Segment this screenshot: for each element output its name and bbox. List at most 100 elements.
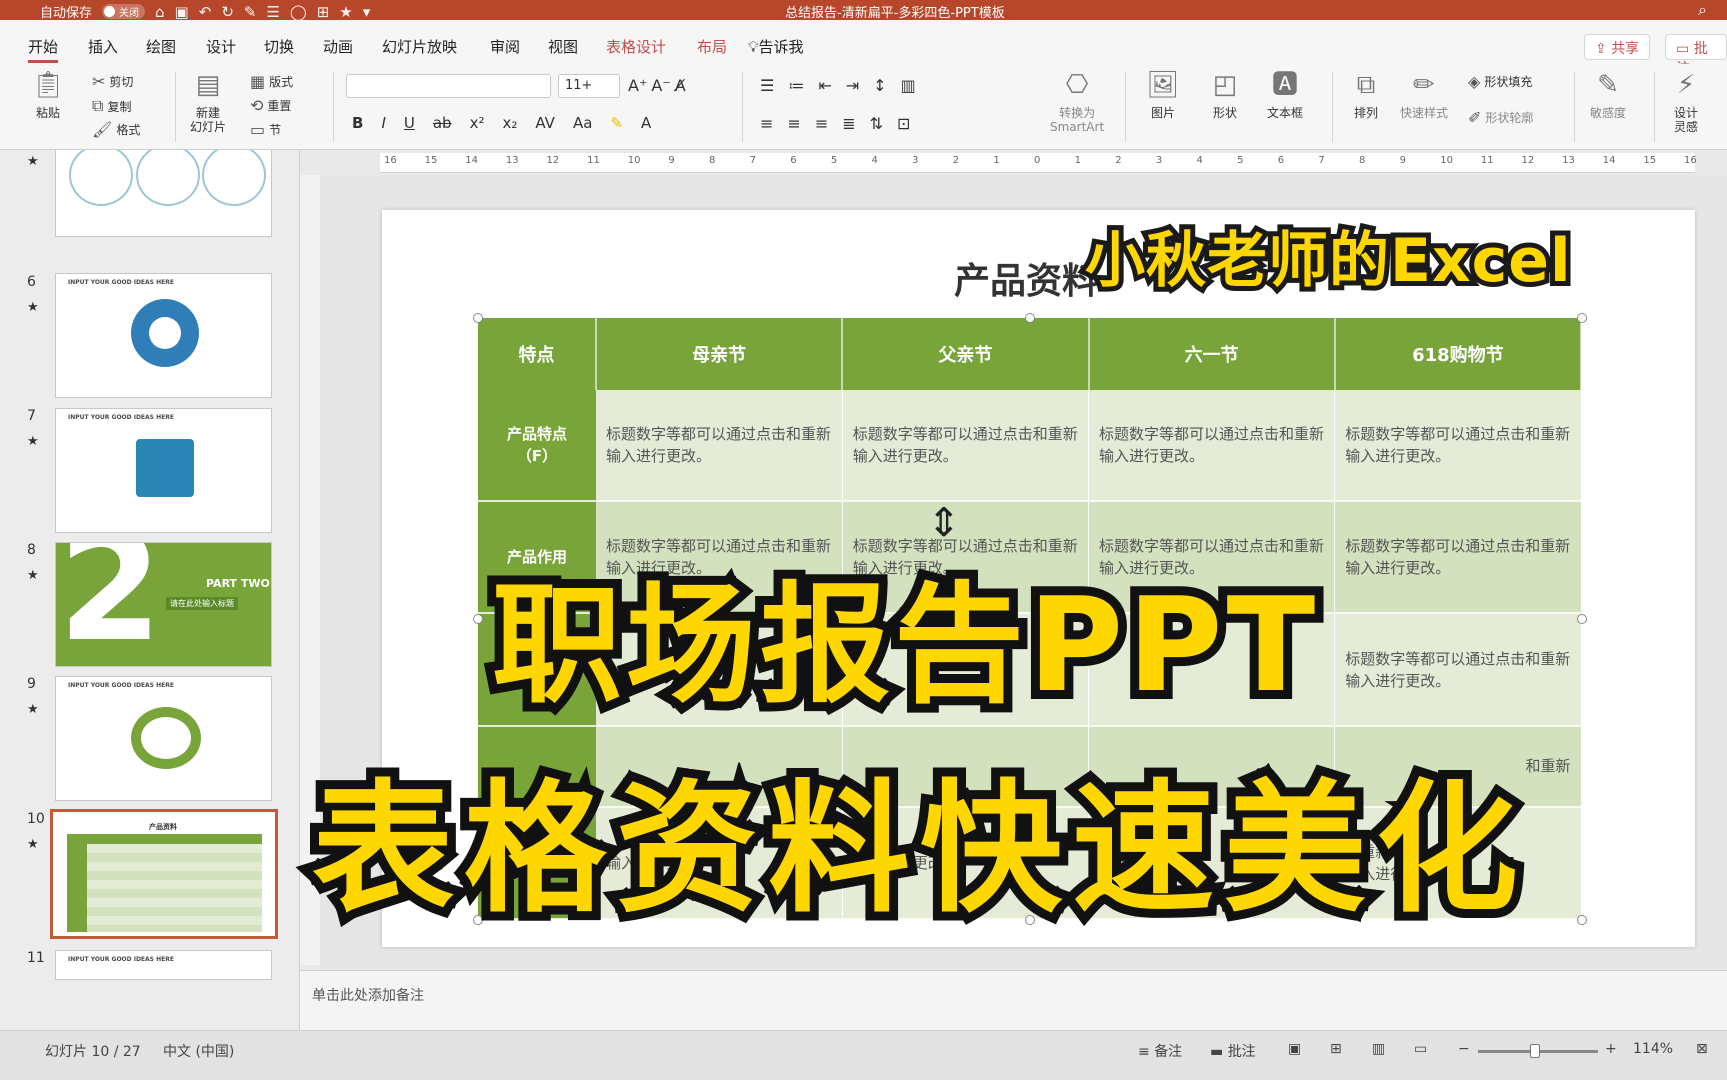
resize-handle[interactable] <box>1577 915 1587 925</box>
slide-thumb-8[interactable]: 2 PART TWO 请在此处输入标题 <box>55 542 272 667</box>
line-spacing-icon[interactable]: ↕ <box>873 76 886 95</box>
indent-decrease-icon[interactable]: ⇤ <box>818 76 831 95</box>
increase-font-icon[interactable]: A⁺ <box>628 76 647 95</box>
slide-thumb-11[interactable]: INPUT YOUR GOOD IDEAS HERE <box>55 950 272 980</box>
align-center-icon[interactable]: ≡ <box>787 114 800 133</box>
tab-table-design[interactable]: 表格设计 <box>606 36 666 57</box>
sensitivity-button[interactable]: ✎ 敏感度 <box>1590 68 1626 120</box>
clear-format-icon[interactable]: A̸ <box>675 76 686 95</box>
convert-smartart-button[interactable]: ⎔ 转换为 SmartArt <box>1050 68 1104 134</box>
save-icon[interactable]: ▣ <box>175 4 189 20</box>
zoom-slider-knob[interactable] <box>1530 1044 1540 1058</box>
slide-thumb-7[interactable]: INPUT YOUR GOOD IDEAS HERE <box>55 408 272 533</box>
align-left-icon[interactable]: ≡ <box>760 114 773 133</box>
slide-thumb-9[interactable]: INPUT YOUR GOOD IDEAS HERE <box>55 676 272 801</box>
redo-icon[interactable]: ↻ <box>221 4 234 20</box>
table-cell[interactable]: 标题数字等都可以通过点击和重新输入进行更改。 <box>1334 613 1582 727</box>
font-color-icon[interactable]: A <box>641 114 651 132</box>
tab-insert[interactable]: 插入 <box>88 36 118 57</box>
shape-button[interactable]: ◰ 形状 <box>1207 68 1243 120</box>
justify-icon[interactable]: ≣ <box>842 114 855 133</box>
reset-button[interactable]: ⟲ 重置 <box>250 96 291 115</box>
char-spacing-icon[interactable]: AV <box>535 114 555 132</box>
shape-circle-icon[interactable]: ◯ <box>290 4 307 20</box>
align-text-icon[interactable]: ⊡ <box>897 114 910 133</box>
textbox-button[interactable]: 🅰︎ 文本框 <box>1267 68 1303 120</box>
new-slide-button[interactable]: ▤ 新建 幻灯片 <box>190 68 226 134</box>
resize-handle[interactable] <box>1577 313 1587 323</box>
slideshow-icon[interactable]: ▭ <box>1414 1041 1427 1057</box>
decrease-font-icon[interactable]: A⁻ <box>651 76 670 95</box>
slide-thumb-5[interactable] <box>55 150 272 237</box>
paste-button[interactable]: 📋︎ 粘贴 <box>30 68 66 120</box>
undo-icon[interactable]: ↶ <box>199 4 212 20</box>
reading-view-icon[interactable]: ▥ <box>1372 1041 1385 1057</box>
home-icon[interactable]: ⌂ <box>155 4 165 20</box>
zoom-out-icon[interactable]: − <box>1458 1041 1470 1057</box>
superscript-icon[interactable]: x² <box>470 114 485 132</box>
tab-transitions[interactable]: 切换 <box>264 36 294 57</box>
table-header-cell[interactable]: 618购物节 <box>1334 318 1583 390</box>
bold-icon[interactable]: B <box>352 114 363 132</box>
table-cell[interactable]: 标题数字等都可以通过点击和重新输入进行更改。 <box>1088 390 1336 502</box>
change-case-icon[interactable]: Aa <box>573 114 592 132</box>
italic-icon[interactable]: I <box>381 114 385 132</box>
slide-thumbnail-panel[interactable]: ★ 6 ★ INPUT YOUR GOOD IDEAS HERE 7 ★ INP… <box>0 150 300 1030</box>
bullets-icon[interactable]: ☰ <box>760 76 774 95</box>
highlight-icon[interactable]: ✎ <box>610 114 623 132</box>
resize-handle[interactable] <box>473 313 483 323</box>
language[interactable]: 中文 (中国) <box>163 1041 234 1061</box>
star-icon[interactable]: ★ <box>339 4 352 20</box>
text-direction-icon[interactable]: ⇅ <box>870 114 883 133</box>
slide-title[interactable]: 产品资料 <box>954 252 1098 304</box>
zoom-in-icon[interactable]: + <box>1605 1041 1617 1057</box>
slide-sorter-icon[interactable]: ⊞ <box>1330 1041 1342 1057</box>
table-cell[interactable]: 标题数字等都可以通过点击和重新输入进行更改。 <box>1334 390 1582 502</box>
format-painter-icon[interactable]: ✎ <box>244 4 257 20</box>
share-button[interactable]: ⇪ 共享 <box>1584 34 1651 60</box>
layout-button[interactable]: ▦ 版式 <box>250 72 293 91</box>
resize-handle[interactable] <box>473 614 483 624</box>
fit-slide-icon[interactable]: ⊠ <box>1696 1041 1708 1057</box>
table-cell[interactable]: 标题数字等都可以通过点击和重新输入进行更改。 <box>842 390 1090 502</box>
slide-thumb-10-selected[interactable]: 产品资料 <box>50 809 278 939</box>
shape-fill-button[interactable]: ◈ 形状填充 <box>1468 72 1532 91</box>
picture-button[interactable]: 🖼︎ 图片 <box>1145 68 1181 120</box>
subscript-icon[interactable]: x₂ <box>502 114 517 132</box>
indent-increase-icon[interactable]: ⇥ <box>846 76 859 95</box>
zoom-level[interactable]: 114% <box>1633 1041 1673 1057</box>
tab-design[interactable]: 设计 <box>206 36 236 57</box>
table-cell[interactable]: 标题数字等都可以通过点击和重新输入进行更改。 <box>596 390 843 502</box>
align-icon[interactable]: ☰ <box>266 4 279 20</box>
tab-view[interactable]: 视图 <box>548 36 578 57</box>
tab-slideshow[interactable]: 幻灯片放映 <box>382 36 457 57</box>
table-cell[interactable]: 标题数字等都可以通过点击和重新输入进行更改。 <box>1334 500 1582 615</box>
designer-button[interactable]: ⚡ 设计 灵感 <box>1668 68 1704 134</box>
table-header-cell[interactable]: 母亲节 <box>596 318 844 390</box>
table-header-cell[interactable]: 特点 <box>478 318 597 390</box>
tab-home[interactable]: 开始 <box>28 36 59 63</box>
arrange-button[interactable]: ⧉ 排列 <box>1348 68 1384 120</box>
resize-handle[interactable] <box>1577 614 1587 624</box>
strikethrough-icon[interactable]: ab <box>433 114 452 132</box>
format-painter-button[interactable]: 🖌︎ 格式 <box>92 120 140 139</box>
section-button[interactable]: ▭ 节 <box>250 120 281 139</box>
numbering-icon[interactable]: ≔ <box>788 76 804 95</box>
tab-draw[interactable]: 绘图 <box>146 36 176 57</box>
tab-review[interactable]: 审阅 <box>490 36 520 57</box>
tab-tell-me[interactable]: 💡︎告诉我 <box>748 36 804 57</box>
notes-pane[interactable]: 单击此处添加备注 <box>300 970 1727 1030</box>
notes-button[interactable]: ≡ 备注 <box>1138 1041 1182 1061</box>
autosave-toggle[interactable]: 关闭 <box>102 4 146 19</box>
quick-styles-button[interactable]: ✏ 快速样式 <box>1400 68 1448 120</box>
resize-handle[interactable] <box>1025 313 1035 323</box>
search-icon[interactable]: ⌕ <box>1698 0 1707 20</box>
tab-animations[interactable]: 动画 <box>323 36 353 57</box>
comments-status-button[interactable]: ▬ 批注 <box>1210 1041 1256 1061</box>
font-family-select[interactable] <box>346 74 551 98</box>
copy-button[interactable]: ⧉ 复制 <box>92 96 131 116</box>
slide-thumb-6[interactable]: INPUT YOUR GOOD IDEAS HERE <box>55 273 272 398</box>
row-header[interactable]: 产品特点 （F） <box>478 390 596 502</box>
cut-button[interactable]: ✂ 剪切 <box>92 72 133 91</box>
shape-outline-button[interactable]: ✐ 形状轮廓 <box>1468 108 1533 127</box>
